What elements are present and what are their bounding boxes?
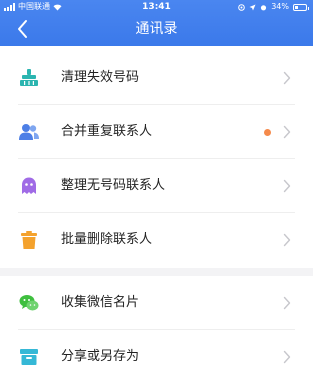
contacts-icon bbox=[19, 124, 39, 140]
share-tools-section: 收集微信名片 分享或另存为 bbox=[0, 276, 313, 372]
page-title: 通讯录 bbox=[135, 21, 178, 37]
list-item-share-save-as[interactable]: 分享或另存为 bbox=[0, 330, 313, 372]
notification-dot bbox=[264, 129, 271, 136]
list-item-label: 合并重复联系人 bbox=[61, 124, 153, 139]
list-item-collect-wechat-cards[interactable]: 收集微信名片 bbox=[0, 276, 313, 330]
list-item-clear-invalid[interactable]: 清理失效号码 bbox=[0, 51, 313, 105]
list-item-label: 分享或另存为 bbox=[61, 349, 140, 364]
list-item-merge-duplicates[interactable]: 合并重复联系人 bbox=[0, 105, 313, 159]
chevron-right-icon bbox=[283, 233, 291, 247]
chevron-right-icon bbox=[283, 125, 291, 139]
list-item-label: 收集微信名片 bbox=[61, 295, 140, 310]
section-separator bbox=[0, 268, 313, 276]
wechat-icon bbox=[19, 295, 39, 311]
list-item-label: 整理无号码联系人 bbox=[61, 178, 166, 193]
status-right: 34% bbox=[238, 0, 309, 14]
battery-icon bbox=[293, 3, 309, 11]
status-bar: 中国联通 13:41 34% bbox=[0, 0, 313, 14]
trash-icon bbox=[21, 231, 37, 249]
chevron-right-icon bbox=[283, 71, 291, 85]
battery-fill bbox=[295, 5, 299, 9]
contacts-tools-section: 清理失效号码 合并重复联系人 整理无号码联系人 批量删除联系人 bbox=[0, 51, 313, 267]
alarm-icon bbox=[261, 4, 267, 10]
list-item-organize-no-number[interactable]: 整理无号码联系人 bbox=[0, 159, 313, 213]
list-item-label: 批量删除联系人 bbox=[61, 232, 153, 247]
header-bar: 中国联通 13:41 34% 通讯录 bbox=[0, 0, 313, 46]
chevron-right-icon bbox=[283, 350, 291, 364]
navigation-arrow-icon bbox=[249, 4, 256, 10]
chevron-right-icon bbox=[283, 179, 291, 193]
broom-icon bbox=[20, 69, 38, 86]
list-item-batch-delete[interactable]: 批量删除联系人 bbox=[0, 213, 313, 267]
archive-box-icon bbox=[20, 349, 38, 365]
list-item-label: 清理失效号码 bbox=[61, 70, 140, 85]
ghost-icon bbox=[22, 177, 36, 194]
battery-percent: 34% bbox=[271, 2, 289, 11]
location-icon bbox=[238, 3, 246, 11]
chevron-right-icon bbox=[283, 296, 291, 310]
